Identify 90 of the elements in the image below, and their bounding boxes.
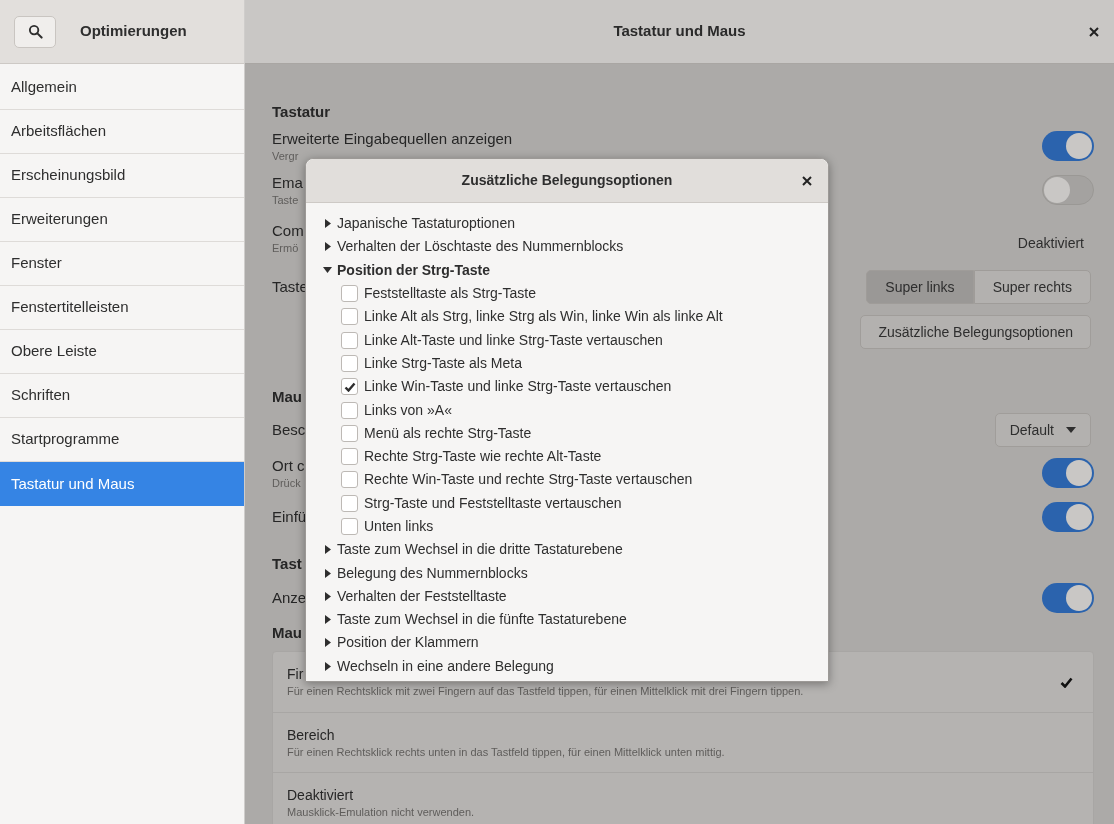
window-title: Tastatur und Maus [613,21,746,42]
checkbox-label: Unten links [364,517,434,536]
section-title: Mau [272,387,302,407]
sidebar-item[interactable]: Fenstertitelleisten [0,286,244,330]
expander-down-icon[interactable] [323,267,332,274]
setting-label: Besc [272,420,306,440]
sidebar-item[interactable]: Obere Leiste [0,330,244,374]
checkbox[interactable] [341,308,358,326]
option-title: Fir [287,665,304,684]
checkbox[interactable] [341,285,358,303]
section-title: Tast [272,554,302,574]
sidebar-item[interactable]: Schriften [0,374,244,418]
option-group-label[interactable]: Wechseln in eine andere Belegung [337,655,554,677]
checkbox-label: Linke Win-Taste und linke Strg-Taste vertauschen [364,377,672,397]
checkbox-label: Rechte Strg-Taste wie rechte Alt-Taste [364,447,602,467]
close-icon [1089,27,1099,37]
checkbox-label: Linke Strg-Taste als Meta [364,353,522,373]
checkbox[interactable] [341,518,358,535]
option-group-label[interactable]: Position der Klammern [337,632,479,654]
option-group-label[interactable]: Position der Strg-Taste [337,259,490,281]
option-description: Mausklick-Emulation nicht verwenden. [287,804,475,820]
expander-right-icon[interactable] [324,545,331,555]
sidebar-item[interactable]: Erscheinungsbild [0,154,244,198]
setting-description: Ermö [272,240,300,256]
setting-description: Drück [272,475,302,491]
expander-right-icon[interactable] [324,615,331,625]
checkbox-label: Linke Alt-Taste und linke Strg-Taste vertauschen [364,330,663,350]
expander-right-icon[interactable] [324,638,331,648]
close-icon [802,176,812,186]
toggle-switch[interactable] [1042,502,1094,532]
setting-label: Ort c [272,455,305,476]
option-group-label[interactable]: Verhalten der Löschtaste des Nummernblocks [337,236,624,258]
caret-icon [1066,427,1076,433]
checkbox[interactable] [341,471,358,489]
sidebar-item[interactable]: Allgemein [0,66,244,110]
checkbox-label: Links von »A« [364,400,452,420]
checkbox-label: Feststelltaste als Strg-Taste [364,284,536,304]
search-icon [27,24,43,39]
checkbox[interactable] [341,401,358,419]
expander-right-icon[interactable] [324,242,331,252]
option-description: Für einen Rechtsklick mit zwei Fingern auf das Tastfeld tippen, für einen Mittelklick mit drei Fingern tippen. [287,684,804,699]
expander-right-icon[interactable] [324,661,331,671]
expander-right-icon[interactable] [324,568,331,578]
option-title: Bereich [287,725,335,745]
toggle-switch[interactable] [1042,458,1094,488]
option-title: Deaktiviert [287,785,354,805]
sidebar-title: Optimierungen [80,21,187,42]
section-title: Mau [272,623,302,643]
setting-label: Einfü [272,507,307,527]
checkbox[interactable] [341,378,358,396]
setting-label: Anze [272,588,307,608]
checkbox[interactable] [341,354,358,372]
setting-description: Taste [272,192,300,208]
expander-right-icon[interactable] [324,219,331,229]
checkbox[interactable] [341,494,358,512]
option-description: Für einen Rechtsklick rechts unten in das Tastfeld tippen, für einen Mittelklick unten mittig. [287,744,725,760]
sidebar-item[interactable]: Tastatur und Maus [0,462,244,506]
setting-description: Vergr [272,148,300,164]
expander-right-icon[interactable] [324,591,331,601]
toggle-switch[interactable] [1042,131,1094,161]
sidebar-item[interactable]: Arbeitsflächen [0,110,244,154]
dropdown-button[interactable]: Default [994,413,1091,447]
option-group-label[interactable]: Japanische Tastaturoptionen [337,213,515,235]
option-group-label[interactable]: Verhalten der Feststelltaste [337,585,507,607]
setting-label: Com [272,220,304,241]
option-group-label[interactable]: Taste zum Wechsel in die fünfte Tastaturebene [337,609,627,631]
checkbox-label: Linke Alt als Strg, linke Strg als Win, linke Win als linke Alt [364,307,723,327]
toggle-switch[interactable] [1042,175,1094,205]
checkbox[interactable] [341,331,358,349]
options-button[interactable]: Zusätzliche Belegungsoptionen [860,315,1091,349]
setting-label: Erweiterte Eingabequellen anzeigen [272,128,513,149]
checkbox[interactable] [341,424,358,442]
close-button[interactable] [800,174,814,188]
option-group-label[interactable]: Belegung des Nummernblocks [337,562,528,584]
dialog-title: Zusätzliche Belegungsoptionen [461,171,673,190]
sidebar-item[interactable]: Erweiterungen [0,198,244,242]
toggle-switch[interactable] [1042,583,1094,613]
sidebar-item[interactable]: Fenster [0,242,244,286]
section-title: Tastatur [272,102,331,122]
segment-button[interactable]: Super rechts [973,270,1091,304]
setting-label: Ema [272,172,303,193]
option-group-label[interactable]: Taste zum Wechsel in die dritte Tastaturebene [337,539,623,561]
segment-button[interactable]: Super links [866,270,974,304]
value-label: Deaktiviert [1017,233,1084,253]
checkbox-label: Menü als rechte Strg-Taste [364,423,532,443]
checkbox-label: Rechte Win-Taste und rechte Strg-Taste vertauschen [364,470,693,490]
checkbox[interactable] [341,448,358,466]
checkmark-icon [343,381,356,392]
checkbox-label: Strg-Taste und Feststelltaste vertauschen [364,493,622,513]
search-button[interactable] [14,15,56,48]
